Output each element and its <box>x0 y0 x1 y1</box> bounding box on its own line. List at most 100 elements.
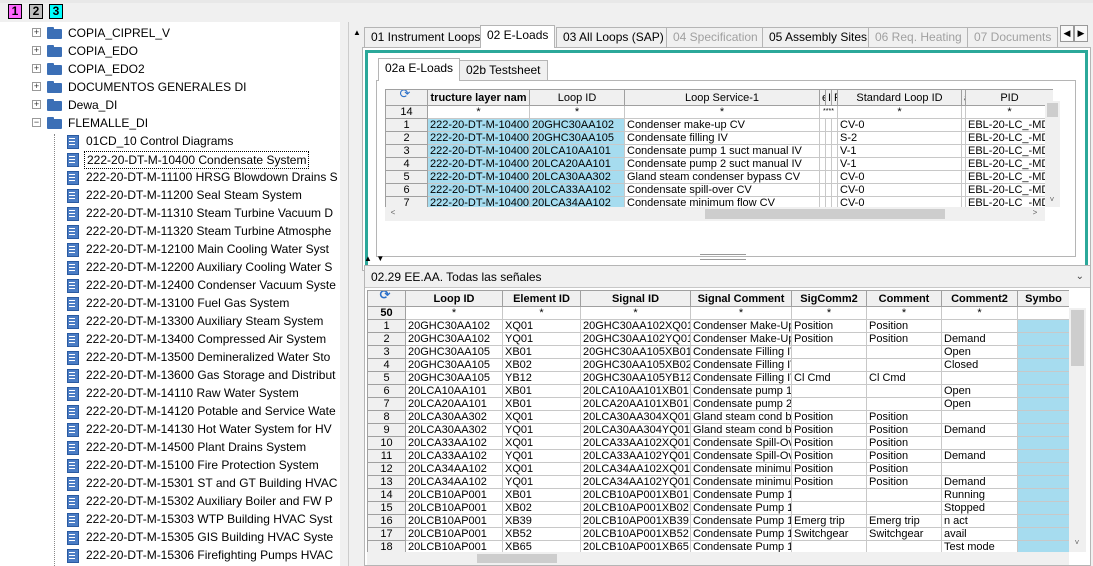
table-cell[interactable]: 20LCA34AA102 <box>405 475 503 489</box>
table-cell[interactable]: 8 <box>367 410 406 424</box>
scroll-right-icon[interactable]: > <box>1029 208 1041 217</box>
chevron-down-icon[interactable]: ⌄ <box>1076 266 1084 288</box>
table-cell[interactable]: CV-0 <box>837 170 962 184</box>
tab-e-loads[interactable]: 02 E-Loads <box>480 25 556 48</box>
table-cell[interactable]: 20LCA30AA302 <box>529 170 625 184</box>
table-cell[interactable]: Condenser Make-Up <box>690 332 792 346</box>
signals-panel-header[interactable]: 02.29 EE.AA. Todas las señales ⌄ <box>365 266 1090 288</box>
table-cell[interactable]: 2 <box>385 131 428 145</box>
table-cell[interactable]: Position <box>866 410 942 424</box>
table-cell-empty[interactable] <box>1017 371 1069 385</box>
table-cell[interactable]: 17 <box>367 527 406 541</box>
table-cell[interactable]: 20LCA34AA102 <box>529 196 625 207</box>
filter-cell[interactable]: * <box>941 306 1018 320</box>
table-cell-empty[interactable] <box>1017 384 1069 398</box>
table-row[interactable]: 6 222-20-DT-M-10400 20LCA33AA102 Condensate… <box>385 183 1053 197</box>
table-cell[interactable]: 20LCB10AP001XB01 <box>580 488 691 502</box>
table-cell[interactable]: Condensate spill-over CV <box>624 183 820 197</box>
table-cell[interactable]: 20LCB10AP001XB39 <box>580 514 691 528</box>
table-cell[interactable]: 11 <box>367 449 406 463</box>
col-loop-id[interactable]: Loop ID <box>405 290 503 307</box>
table-cell[interactable]: 20LCA34AA102 <box>405 462 503 476</box>
level-1-button[interactable]: 1 <box>8 4 22 19</box>
filter-cell[interactable] <box>1017 306 1069 320</box>
table-cell[interactable]: 20LCA34AA102XQ01 <box>580 462 691 476</box>
split-up-icon[interactable]: ▲ <box>364 254 372 263</box>
table-cell[interactable]: XB01 <box>502 488 581 502</box>
col-standard-loop-id[interactable]: Standard Loop ID <box>837 89 962 106</box>
table-cell[interactable]: XQ01 <box>502 319 581 333</box>
table-cell[interactable]: 20LCA30AA304XQ01 <box>580 410 691 424</box>
table-cell-empty[interactable] <box>1017 410 1069 424</box>
table-cell[interactable]: 18 <box>367 540 406 552</box>
e-loads-vscroll[interactable]: ˅ <box>1045 101 1060 207</box>
table-cell[interactable]: XB01 <box>502 384 581 398</box>
tree-scrollbar[interactable] <box>340 22 348 566</box>
table-cell[interactable]: XB02 <box>502 501 581 515</box>
table-cell[interactable]: Condensate Pump 1 <box>690 514 792 528</box>
table-cell-empty[interactable] <box>1017 540 1069 552</box>
table-cell[interactable]: 20LCA33AA102XQ01 <box>580 436 691 450</box>
filter-cell[interactable]: * <box>965 105 1053 119</box>
table-cell[interactable]: Condensate Filling IV <box>690 345 792 359</box>
table-cell[interactable]: Condensate Pump 1 <box>690 488 792 502</box>
table-cell[interactable]: 20GHC30AA102XQ01 <box>580 319 691 333</box>
table-cell[interactable]: Position <box>866 436 942 450</box>
table-cell[interactable]: XB39 <box>502 514 581 528</box>
table-cell[interactable]: XB01 <box>502 397 581 411</box>
table-cell[interactable]: 13 <box>367 475 406 489</box>
table-cell[interactable]: XB02 <box>502 358 581 372</box>
table-cell[interactable] <box>791 397 867 411</box>
table-cell[interactable]: Condensate Filling IV <box>690 358 792 372</box>
table-cell[interactable]: Gland steam cond by <box>690 423 792 437</box>
tab-e-loads-list[interactable]: 02a E-Loads <box>378 58 461 81</box>
col-comment2[interactable]: Comment2 <box>941 290 1018 307</box>
table-cell[interactable]: Demand <box>941 423 1018 437</box>
expand-icon[interactable]: + <box>32 28 41 37</box>
table-cell[interactable]: 20LCB10AP001 <box>405 501 503 515</box>
table-cell-empty[interactable] <box>1017 462 1069 476</box>
filter-cell[interactable]: * <box>580 306 691 320</box>
scroll-left-icon[interactable]: < <box>387 208 399 217</box>
table-cell[interactable]: Position <box>791 475 867 489</box>
table-cell[interactable]: 20LCA33AA102 <box>405 436 503 450</box>
tab-assembly-sites[interactable]: 05 Assembly Sites <box>762 27 875 47</box>
table-cell[interactable]: 14 <box>367 488 406 502</box>
table-cell-empty[interactable] <box>1017 501 1069 515</box>
table-cell[interactable]: n act <box>941 514 1018 528</box>
table-row[interactable]: 3 222-20-DT-M-10400 20LCA10AA101 Condensate… <box>385 144 1053 158</box>
table-cell[interactable]: Condensate pump 1 <box>690 384 792 398</box>
table-cell[interactable]: 12 <box>367 462 406 476</box>
table-cell[interactable]: 20GHC30AA105 <box>405 371 503 385</box>
table-cell[interactable]: Position <box>866 449 942 463</box>
table-cell[interactable]: Emerg trip <box>791 514 867 528</box>
table-cell[interactable]: Switchgear <box>866 527 942 541</box>
table-cell[interactable]: 222-20-DT-M-10400 <box>427 157 530 171</box>
table-row[interactable]: 6 20LCA10AA101 XB01 20LCA10AA101XB01 Condens… <box>367 384 1069 398</box>
table-cell[interactable]: 20GHC30AA102 <box>405 332 503 346</box>
table-cell[interactable] <box>941 436 1018 450</box>
table-cell[interactable]: Open <box>941 345 1018 359</box>
collapse-icon[interactable]: − <box>32 118 41 127</box>
table-cell[interactable]: Condensate pump 2 <box>690 397 792 411</box>
table-cell[interactable] <box>791 488 867 502</box>
table-cell[interactable]: 20LCA20AA101 <box>405 397 503 411</box>
table-cell[interactable]: 222-20-DT-M-10400 <box>427 170 530 184</box>
table-cell[interactable]: 3 <box>385 144 428 158</box>
table-row[interactable]: 7 222-20-DT-M-10400 20LCA34AA102 Condensate… <box>385 196 1053 207</box>
table-cell[interactable]: 6 <box>367 384 406 398</box>
table-cell[interactable]: 4 <box>367 358 406 372</box>
tab-testsheet[interactable]: 02b Testsheet <box>459 60 548 80</box>
table-cell[interactable]: 20LCA33AA102 <box>529 183 625 197</box>
table-cell[interactable]: EBL-20-LC_-MD <box>965 144 1053 158</box>
table-cell[interactable]: EBL-20-LC_-MD <box>965 157 1053 171</box>
table-cell[interactable]: EBL-20-LC_-MD <box>965 183 1053 197</box>
table-cell[interactable]: 20LCA10AA101 <box>529 144 625 158</box>
table-cell[interactable]: 6 <box>385 183 428 197</box>
table-cell[interactable]: Open <box>941 397 1018 411</box>
table-cell[interactable]: 7 <box>385 196 428 207</box>
table-row[interactable]: 14 20LCB10AP001 XB01 20LCB10AP001XB01 Conden… <box>367 488 1069 502</box>
tab-specification[interactable]: 04 Specification <box>666 27 765 47</box>
scroll-thumb[interactable] <box>1047 103 1058 117</box>
table-cell[interactable] <box>866 540 942 552</box>
